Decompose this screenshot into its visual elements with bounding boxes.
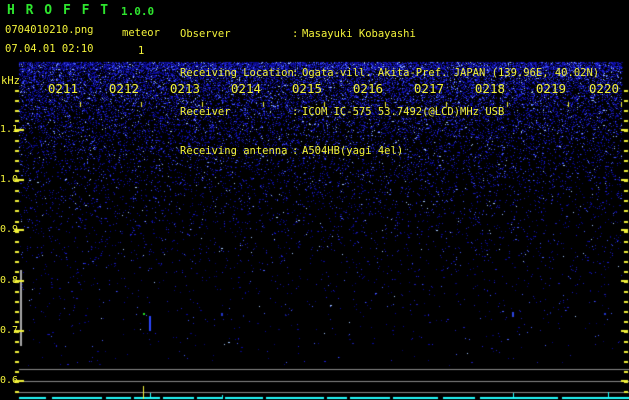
meteor-count-value: 1: [138, 45, 145, 57]
app-title: H R O F F T: [7, 3, 110, 18]
info-row-location: Receiving Location : Ogata-vill. Akita-P…: [180, 67, 599, 80]
hrofft-output-screen: { "header": { "app_title": "H R O F F T"…: [0, 0, 629, 400]
time-tick-label-0214: 0214: [230, 81, 261, 96]
info-label: Observer: [180, 28, 231, 40]
freq-tick-label-0.6: 0.6: [0, 375, 19, 386]
time-tick-label-0219: 0219: [535, 81, 566, 96]
info-value: Ogata-vill. Akita-Pref. JAPAN (139.96E, …: [302, 67, 600, 79]
freq-tick-label-0.7: 0.7: [0, 325, 19, 336]
freq-tick-label-0.8: 0.8: [0, 275, 19, 286]
time-tick-label-0220: 0220: [588, 81, 619, 96]
info-colon: :: [292, 67, 299, 79]
info-label: Receiving antenna: [180, 145, 288, 157]
info-row-observer: Observer : Masayuki Kobayashi: [180, 28, 599, 41]
info-row-antenna: Receiving antenna : A504HB(yagi 4el): [180, 145, 599, 158]
freq-tick-label-1.1: 1.1: [0, 124, 19, 135]
freq-tick-label-0.9: 0.9: [0, 224, 19, 235]
time-tick-label-0211: 0211: [47, 81, 78, 96]
time-tick-label-0216: 0216: [352, 81, 383, 96]
info-value: ICOM IC-575 53.7492(@LCD)MHz USB: [302, 106, 505, 118]
datetime-label: 07.04.01 02:10: [5, 43, 94, 55]
time-tick-label-0215: 0215: [291, 81, 322, 96]
app-version: 1.0.0: [121, 5, 155, 18]
mode-label: meteor: [122, 27, 160, 39]
freq-tick-label-1.0: 1.0: [0, 174, 19, 185]
info-label: Receiver: [180, 106, 231, 118]
time-tick-label-0213: 0213: [169, 81, 200, 96]
info-value: A504HB(yagi 4el): [302, 145, 404, 157]
info-colon: :: [292, 28, 299, 40]
info-row-receiver: Receiver : ICOM IC-575 53.7492(@LCD)MHz …: [180, 106, 599, 119]
time-tick-label-0212: 0212: [108, 81, 139, 96]
time-tick-label-0218: 0218: [474, 81, 505, 96]
filename-label: 0704010210.png: [5, 24, 94, 36]
freq-axis-unit: kHz: [1, 75, 20, 87]
info-label: Receiving Location: [180, 67, 294, 79]
info-colon: :: [292, 106, 299, 118]
info-value: Masayuki Kobayashi: [302, 28, 416, 40]
time-tick-label-0217: 0217: [413, 81, 444, 96]
info-colon: :: [292, 145, 299, 157]
